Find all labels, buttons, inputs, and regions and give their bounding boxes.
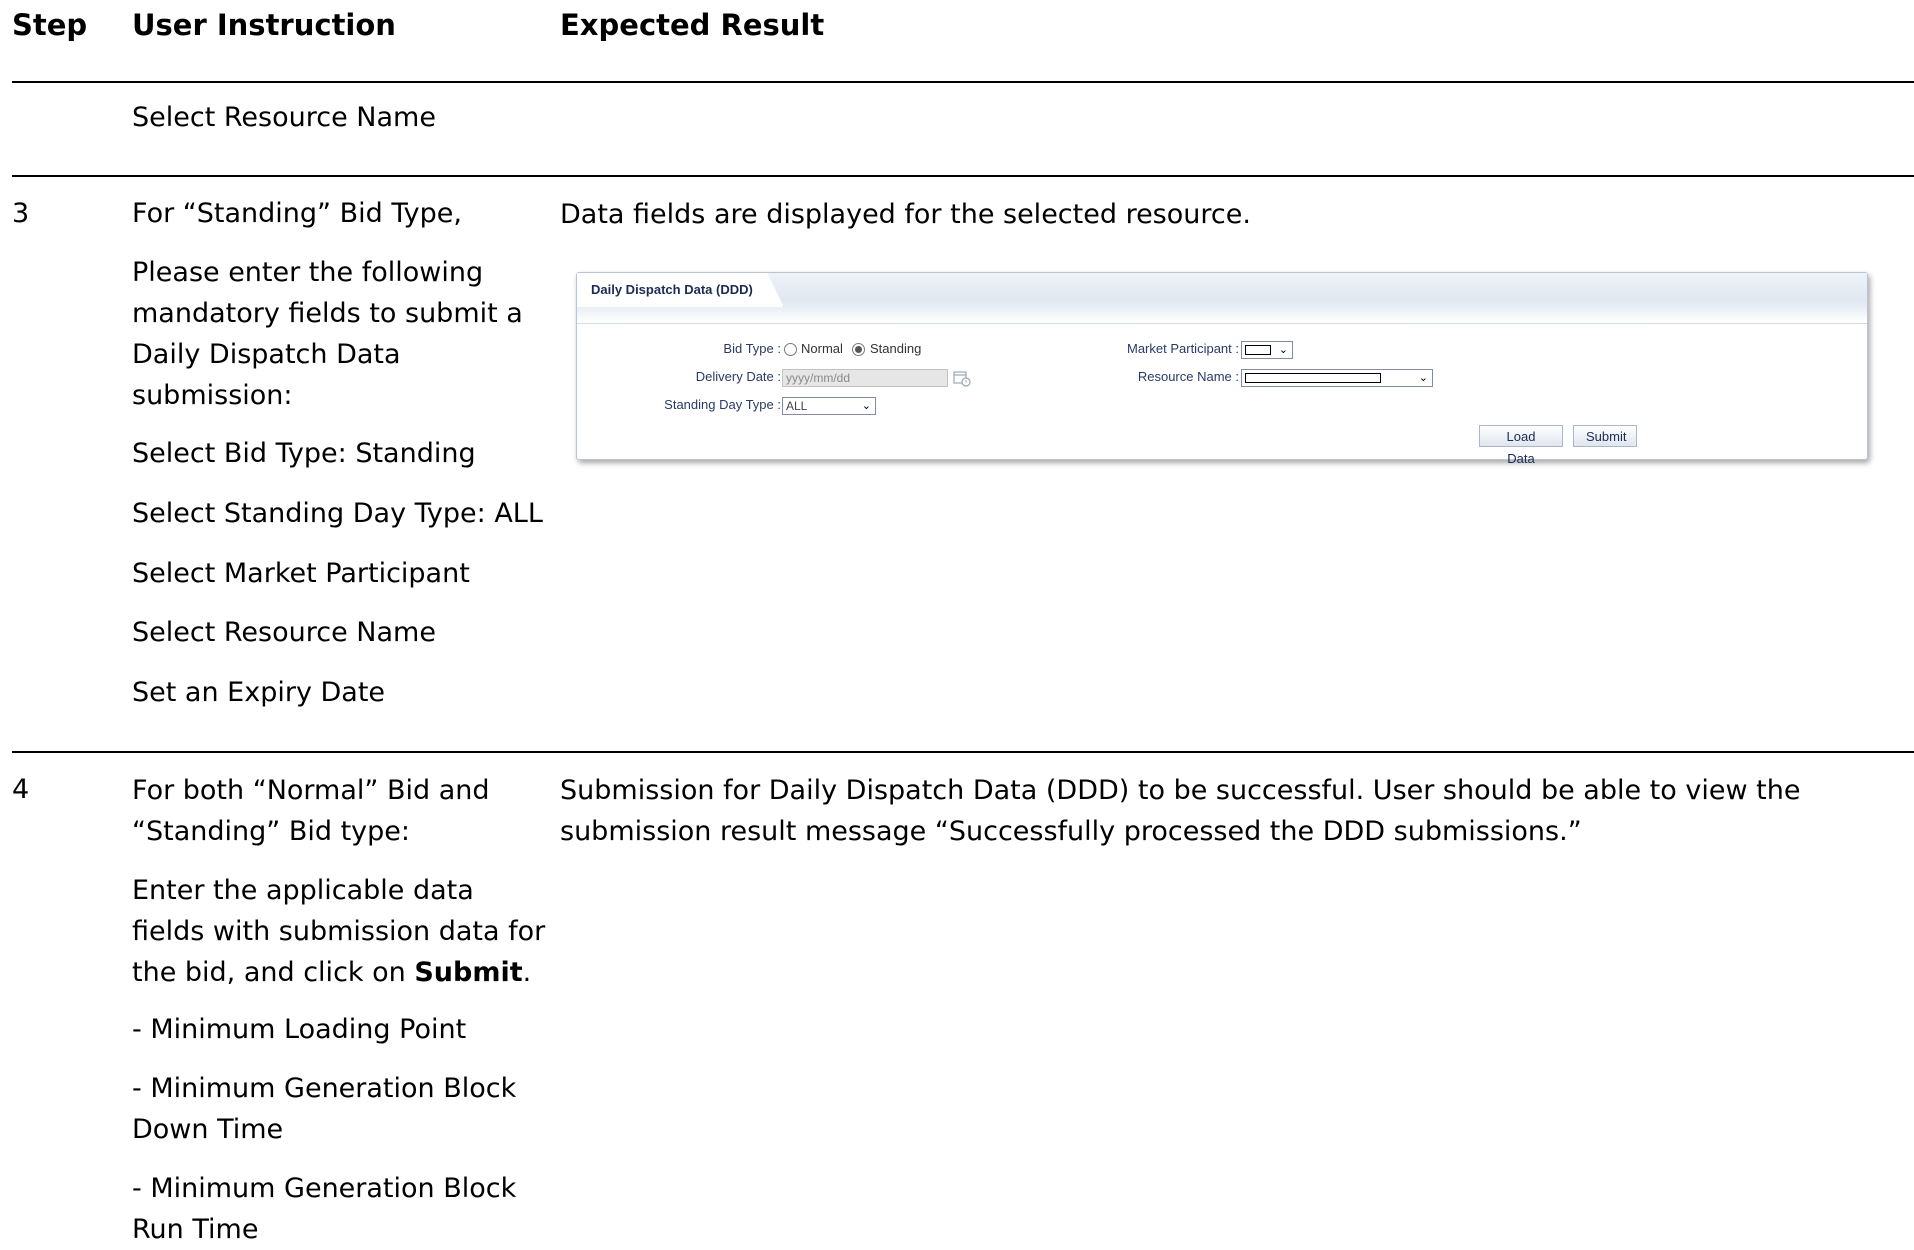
prev-row-instruction: Select Resource Name [132,102,436,133]
load-data-button[interactable]: Load Data [1479,425,1563,466]
ddd-panel-tab[interactable]: Daily Dispatch Data (DDD) [577,273,784,307]
bid-type-label: Bid Type : [723,341,781,356]
resource-name-label: Resource Name : [1137,369,1239,384]
chevron-down-icon: ⌄ [1278,344,1288,356]
row3-expected-result: Data fields are displayed for the select… [560,199,1251,230]
test-step-table: Step User Instruction Expected Result Se… [0,0,1914,1245]
row3-instruction-4: Select Standing Day Type: ALL [132,498,543,529]
resource-name-value-box [1245,373,1381,383]
bid-type-normal-radio[interactable] [784,343,797,356]
row4-expected-result: Submission for Daily Dispatch Data (DDD)… [560,775,1801,847]
market-participant-select[interactable]: ⌄ [1241,341,1293,359]
calendar-icon[interactable] [953,369,971,387]
standing-day-type-select[interactable]: ALL ⌄ [782,397,876,415]
header-expected-result: Expected Result [560,8,825,42]
step-number-3: 3 [12,198,30,229]
standing-day-type-value: ALL [786,399,808,413]
row4-instruction-action: Enter the applicable data fields with su… [132,870,552,993]
delivery-date-input[interactable]: yyyy/mm/dd [782,369,948,387]
step-number-4: 4 [12,774,30,805]
row3-instruction-2: Please enter the following mandatory fie… [132,257,523,411]
row4-instruction-intro: For both “Normal” Bid and “Standing” Bid… [132,775,490,847]
row4-bullet-3: - Minimum Generation Block Run Time [132,1173,517,1245]
row4-action-end: . [522,957,532,988]
bid-type-standing-label: Standing [870,341,922,356]
row4-bullet-2: - Minimum Generation Block Down Time [132,1073,517,1145]
header-divider [12,81,1914,83]
ddd-panel: Daily Dispatch Data (DDD) Bid Type : Nor… [576,262,1870,466]
row4-bullet-1: - Minimum Loading Point [132,1014,467,1045]
chevron-down-icon: ⌄ [861,400,871,412]
bid-type-normal-label: Normal [801,341,843,356]
row-divider-3 [12,175,1914,177]
row3-instruction-5: Select Market Participant [132,558,470,589]
row3-instruction-3: Select Bid Type: Standing [132,438,476,469]
header-user-instruction: User Instruction [132,8,396,42]
market-participant-label: Market Participant : [1127,341,1239,356]
row3-instruction-7: Set an Expiry Date [132,677,386,708]
delivery-date-label: Delivery Date : [695,369,781,384]
resource-name-select[interactable]: ⌄ [1241,369,1433,387]
chevron-down-icon: ⌄ [1418,372,1428,384]
ddd-panel-frame: Daily Dispatch Data (DDD) Bid Type : Nor… [576,272,1868,466]
row3-instruction-6: Select Resource Name [132,617,436,648]
header-step: Step [12,8,88,42]
row3-instruction-1: For “Standing” Bid Type, [132,198,462,229]
row-divider-4 [12,751,1914,753]
bid-type-standing-radio[interactable] [852,343,865,356]
submit-button[interactable]: Submit [1573,425,1637,447]
standing-day-type-label: Standing Day Type : [664,397,781,412]
row4-action-bold: Submit [414,957,523,988]
market-participant-value-box [1245,345,1271,355]
